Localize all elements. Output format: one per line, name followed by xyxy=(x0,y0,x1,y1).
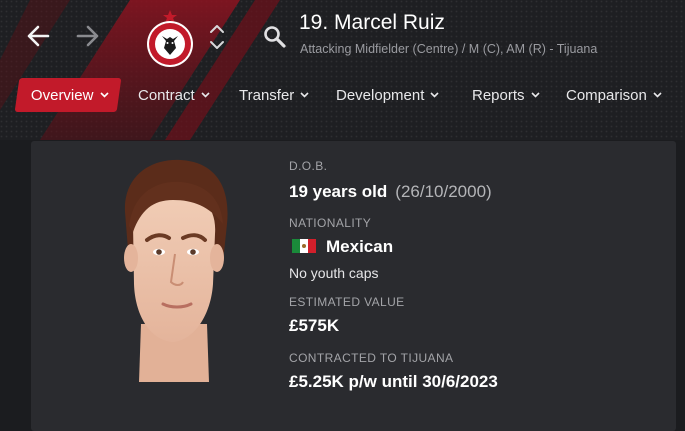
arrow-left-icon[interactable] xyxy=(24,22,52,50)
nationality-text: Mexican xyxy=(326,237,394,256)
chevron-down-icon xyxy=(99,92,109,98)
search-icon[interactable] xyxy=(262,24,288,50)
tab-label: Reports xyxy=(472,86,525,104)
arrow-right-icon[interactable] xyxy=(74,22,102,50)
value-label: ESTIMATED VALUE xyxy=(289,295,405,309)
chevron-down-icon xyxy=(300,92,309,98)
player-name: 19. Marcel Ruiz xyxy=(299,11,445,34)
player-portrait xyxy=(124,159,228,382)
player-profile-card: D.O.B. 19 years old (26/10/2000) NATIONAL… xyxy=(31,141,676,431)
player-positions: Attacking Midfielder (Centre) / M (C), A… xyxy=(300,42,598,56)
chevron-down-icon xyxy=(430,92,439,98)
tab-development[interactable]: Development xyxy=(336,78,439,112)
chevron-down-icon xyxy=(653,92,662,98)
tab-bar: Overview Contract Transfer Development R… xyxy=(0,78,685,114)
youth-caps: No youth caps xyxy=(289,265,379,281)
estimated-value: £575K xyxy=(289,316,340,335)
tab-comparison[interactable]: Comparison xyxy=(566,78,662,112)
age-value: 19 years old xyxy=(289,182,388,201)
tab-label: Overview xyxy=(31,86,94,104)
tab-contract[interactable]: Contract xyxy=(138,78,210,112)
tab-transfer[interactable]: Transfer xyxy=(239,78,309,112)
tab-label: Contract xyxy=(138,86,195,104)
chevron-down-icon xyxy=(530,92,540,98)
player-header: 19. Marcel Ruiz Attacking Midfielder (Ce… xyxy=(0,0,685,140)
mexico-flag-icon xyxy=(292,239,316,253)
dob-value: 19 years old (26/10/2000) xyxy=(289,182,492,202)
tab-reports[interactable]: Reports xyxy=(472,78,540,112)
contract-label: CONTRACTED TO TIJUANA xyxy=(289,351,454,365)
tab-label: Transfer xyxy=(239,86,295,104)
tab-label: Development xyxy=(336,86,425,104)
tab-overview[interactable]: Overview xyxy=(14,78,121,112)
dob-label: D.O.B. xyxy=(289,159,328,173)
nationality-label: NATIONALITY xyxy=(289,216,372,230)
tab-label: Comparison xyxy=(566,86,647,104)
nationality-value[interactable]: Mexican xyxy=(292,237,393,257)
contract-value: £5.25K p/w until 30/6/2023 xyxy=(289,372,498,391)
chevron-down-icon xyxy=(201,92,210,98)
player-switcher-icon[interactable] xyxy=(208,20,226,54)
birth-date: (26/10/2000) xyxy=(395,182,492,201)
club-crest-icon[interactable] xyxy=(140,8,200,68)
